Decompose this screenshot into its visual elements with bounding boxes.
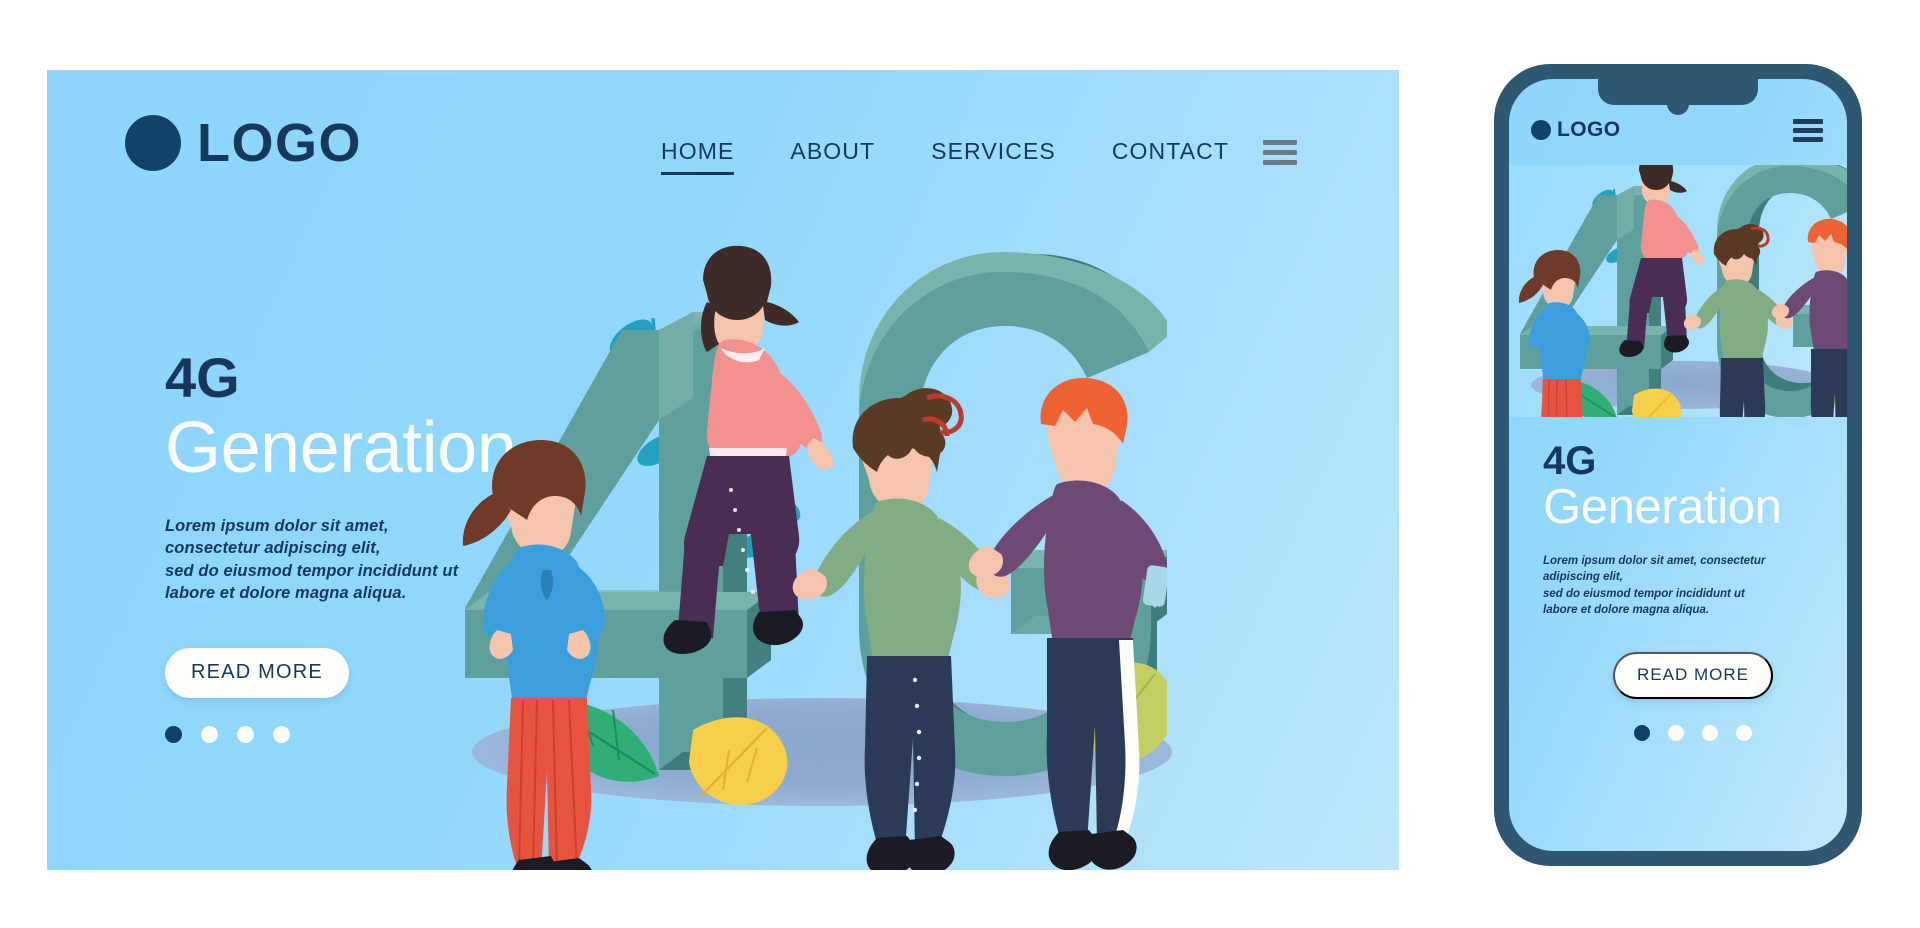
desktop-header: LOGO HOME ABOUT SERVICES CONTACT	[47, 70, 1399, 210]
phone-hero-paragraph-line: sed do eiusmod tempor incididunt ut	[1543, 587, 1745, 600]
circle-dot-icon	[1531, 119, 1551, 140]
phone-notch	[1598, 79, 1758, 115]
phone-carousel-dot-4[interactable]	[1736, 725, 1752, 742]
phone-camera-dot	[1667, 93, 1689, 115]
nav-item-contact[interactable]: CONTACT	[1112, 138, 1229, 173]
phone-illustration-characters	[1518, 165, 1847, 417]
phone-hero-copy: 4G Generation Lorem ipsum dolor sit amet…	[1543, 439, 1843, 742]
phone-hero-paragraph: Lorem ipsum dolor sit amet, consectetur …	[1543, 553, 1811, 618]
phone-hero-paragraph-line: labore et dolore magna aliqua.	[1543, 603, 1710, 616]
nav-item-services[interactable]: SERVICES	[931, 138, 1056, 173]
hamburger-bar	[1263, 140, 1297, 145]
carousel-dot-1[interactable]	[165, 726, 182, 744]
phone-hero-title-top: 4G	[1543, 439, 1597, 483]
hamburger-icon[interactable]	[1263, 140, 1297, 171]
phone-logo-label: LOGO	[1557, 118, 1621, 141]
phone-screen: LOGO 4G Generation Lorem ipsum dolor sit…	[1509, 79, 1847, 851]
phone-carousel-dot-3[interactable]	[1702, 725, 1718, 742]
phone-carousel-dots	[1543, 725, 1843, 742]
character-woman-green-sweater	[1683, 224, 1793, 417]
phone-hamburger-icon[interactable]	[1793, 119, 1823, 142]
character-man-purple-sweater	[968, 377, 1167, 870]
phone-carousel-dot-1[interactable]	[1634, 725, 1650, 742]
main-navigation: HOME ABOUT SERVICES CONTACT	[661, 138, 1297, 175]
phone-hero-title-bottom: Generation	[1543, 480, 1782, 534]
nav-item-home[interactable]: HOME	[661, 138, 735, 175]
nav-item-about[interactable]: ABOUT	[790, 138, 875, 173]
read-more-button[interactable]: READ MORE	[165, 648, 349, 699]
hamburger-bar	[1793, 119, 1823, 124]
hamburger-bar	[1263, 160, 1297, 165]
carousel-dot-2[interactable]	[201, 726, 218, 744]
illustration-characters	[462, 245, 1167, 870]
hamburger-bar	[1793, 137, 1823, 142]
logo[interactable]: LOGO	[125, 115, 362, 171]
desktop-landing-panel: LOGO HOME ABOUT SERVICES CONTACT 4G Gene…	[47, 70, 1399, 870]
character-woman-blue-top-standing	[462, 440, 605, 870]
carousel-dot-3[interactable]	[237, 726, 254, 744]
hero-illustration	[407, 210, 1172, 870]
phone-read-more-button[interactable]: READ MORE	[1613, 652, 1773, 700]
character-woman-blue-top-standing	[1518, 250, 1590, 417]
phone-carousel-dot-2[interactable]	[1668, 725, 1684, 742]
phone-logo[interactable]: LOGO	[1531, 119, 1620, 140]
screenshot-canvas: LOGO HOME ABOUT SERVICES CONTACT 4G Gene…	[0, 0, 1920, 928]
hamburger-bar	[1263, 150, 1297, 155]
phone-hero-paragraph-line: Lorem ipsum dolor sit amet, consectetur …	[1543, 554, 1766, 584]
logo-label: LOGO	[197, 113, 362, 173]
phone-header: LOGO	[1509, 113, 1847, 157]
phone-hero-illustration	[1509, 165, 1847, 417]
mobile-phone-mockup: LOGO 4G Generation Lorem ipsum dolor sit…	[1494, 64, 1862, 866]
carousel-dot-4[interactable]	[273, 726, 290, 744]
circle-dot-icon	[125, 115, 181, 171]
hamburger-bar	[1793, 128, 1823, 133]
